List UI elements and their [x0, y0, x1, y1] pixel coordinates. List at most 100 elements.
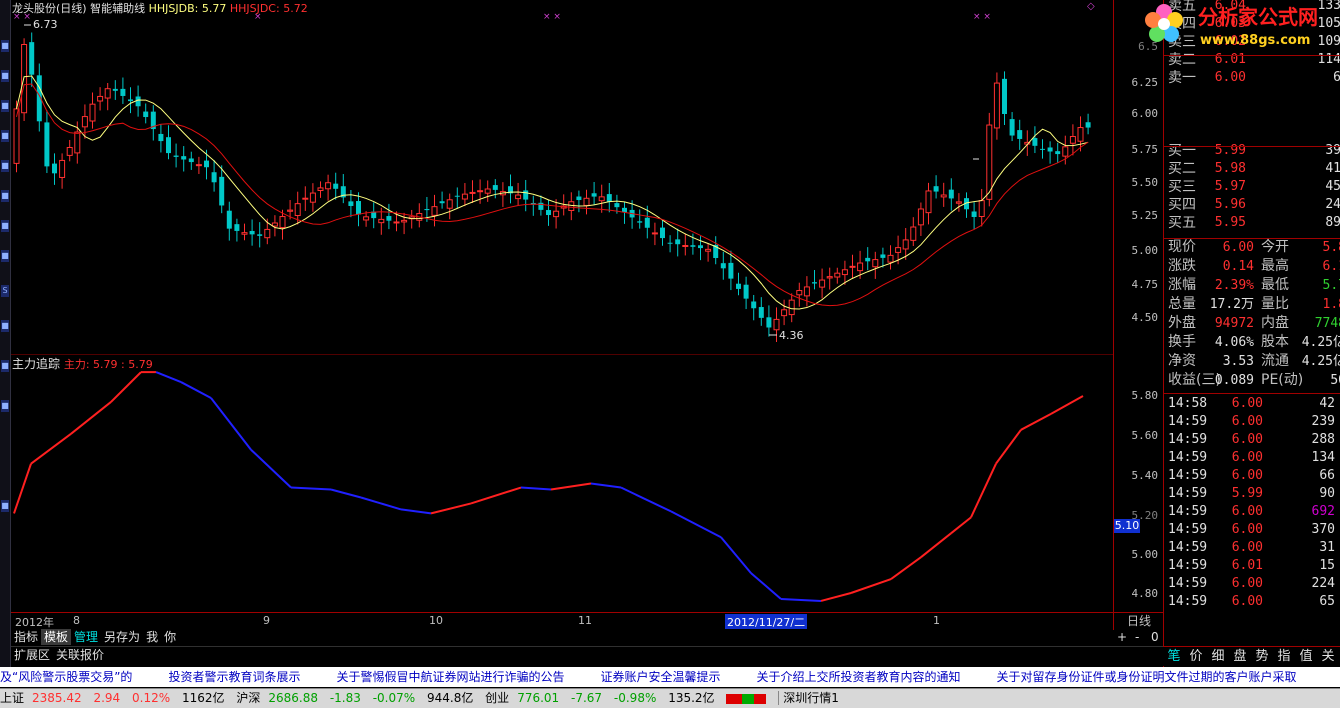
candle-body — [439, 201, 445, 204]
sh-value: 2385.42 — [32, 691, 82, 705]
zoom-reset-button[interactable]: 0 — [1151, 630, 1159, 644]
toolbar-icon[interactable]: ■ — [1, 130, 9, 142]
indicator-tick: 5.80 — [1131, 389, 1159, 402]
quote-label: 最高 — [1261, 258, 1289, 274]
trade-time: 14:58 — [1168, 396, 1208, 411]
quote-value: 2.39% — [1214, 278, 1254, 293]
candle-body — [59, 159, 66, 178]
candle-body — [241, 232, 248, 235]
detail-tab[interactable]: 关 — [1317, 647, 1339, 666]
toolbar-icon[interactable]: ■ — [1, 100, 9, 112]
trade-volume: 15 — [1319, 558, 1335, 573]
detail-tab[interactable]: 价 — [1185, 647, 1207, 666]
quote-label: 换手 — [1168, 334, 1196, 350]
candle-body — [758, 307, 764, 318]
toolbar-icon[interactable]: ■ — [1, 70, 9, 82]
trade-row: 14:59 6.00 239 — [1168, 413, 1340, 431]
indicator-chart[interactable] — [11, 354, 1113, 612]
price-tick: 6.25 — [1131, 76, 1159, 89]
toolbar-icon[interactable]: ■ — [1, 320, 9, 332]
trade-volume: 42 — [1319, 396, 1335, 411]
order-volume: 41 — [1325, 161, 1340, 176]
news-item[interactable]: 投资者警示教育词条展示 — [168, 670, 300, 684]
toolbar-icon[interactable]: ■ — [1, 190, 9, 202]
left-toolbar: ■ ■ ■ ■ ■ ■ ■ ■ S ■ ■ ■ ■ — [0, 0, 11, 667]
tab-manage[interactable]: 管理 — [71, 629, 101, 645]
quote-label: PE(动) — [1261, 372, 1304, 388]
trade-row: 14:59 6.00 65 — [1168, 593, 1340, 611]
trade-row: 14:59 6.00 224 — [1168, 575, 1340, 593]
toolbar-icon[interactable]: ■ — [1, 160, 9, 172]
tab-you[interactable]: 你 — [161, 629, 179, 645]
candle-body — [302, 197, 309, 200]
order-level: 买四 — [1168, 197, 1196, 213]
detail-tab[interactable]: 细 — [1207, 647, 1229, 666]
cy-label: 创业 — [485, 691, 510, 705]
candle-body — [356, 201, 361, 215]
candle-body — [971, 211, 977, 217]
tab-save-as[interactable]: 另存为 — [101, 629, 143, 645]
tab-extension-area[interactable]: 扩展区 — [11, 647, 53, 663]
detail-tab[interactable]: 势 — [1251, 647, 1273, 666]
quote-value: 94972 — [1214, 316, 1254, 331]
detail-tab[interactable]: 盘 — [1229, 647, 1251, 666]
candle-body — [925, 190, 932, 214]
toolbar-icon[interactable]: ■ — [1, 250, 9, 262]
toolbar-icon[interactable]: ■ — [1, 500, 9, 512]
trade-price: 6.00 — [1231, 504, 1263, 519]
price-tick: 4.75 — [1131, 278, 1159, 291]
candle-body — [940, 194, 947, 198]
detail-tab[interactable]: 指 — [1273, 647, 1295, 666]
toolbar-icon[interactable]: ■ — [1, 400, 9, 412]
candle-body — [736, 283, 741, 289]
toolbar-icon[interactable]: ■ — [1, 220, 9, 232]
period-selector[interactable]: 日线 — [1113, 612, 1164, 630]
tab-related-quotes[interactable]: 关联报价 — [53, 647, 107, 663]
order-price: 5.96 — [1214, 197, 1246, 212]
candle-body — [393, 221, 400, 224]
trade-time: 14:59 — [1168, 414, 1208, 429]
indicator-tick: 5.60 — [1131, 429, 1159, 442]
candle-body — [257, 234, 263, 236]
candle-body — [469, 191, 476, 194]
news-item[interactable]: 及“风险警示股票交易”的 — [0, 670, 132, 684]
market-breadth-bar — [726, 693, 767, 704]
tab-me[interactable]: 我 — [143, 629, 161, 645]
sh-amount: 1162亿 — [181, 691, 225, 705]
candle-body — [181, 156, 187, 160]
zoom-in-button[interactable]: + — [1117, 630, 1127, 644]
trade-price: 6.00 — [1231, 594, 1263, 609]
quote-label: 外盘 — [1168, 315, 1196, 331]
candle-body — [682, 244, 689, 247]
tab-indicator[interactable]: 指标 — [11, 629, 41, 645]
trade-row: 14:59 6.00 134 — [1168, 449, 1340, 467]
toolbar-icon[interactable]: ■ — [1, 40, 9, 52]
candle-body — [386, 216, 392, 221]
tab-template[interactable]: 模板 — [41, 629, 72, 645]
date-label: 8 — [73, 614, 80, 627]
news-item[interactable]: 关于警惕假冒中航证券网站进行诈骗的公告 — [336, 670, 564, 684]
quote-label: 流通 — [1261, 353, 1289, 369]
toolbar-icon[interactable]: S — [1, 285, 9, 297]
candle-body — [1069, 136, 1076, 144]
candle-body — [660, 227, 665, 239]
toolbar-icon[interactable]: ■ — [1, 360, 9, 372]
candle-body — [872, 259, 879, 268]
candle-body — [819, 279, 826, 288]
price-chart[interactable]: × × × × × × × ◇ 6.73 4.36 — [11, 0, 1113, 354]
candle-body — [89, 103, 96, 122]
candle-body — [424, 209, 430, 211]
detail-tab[interactable]: 值 — [1295, 647, 1317, 666]
indicator-tabs: 指标 模板 管理 另存为我你 — [11, 629, 1113, 646]
news-item[interactable]: 关于介绍上交所投资者教育内容的通知 — [756, 670, 960, 684]
chart-title-bar: 龙头股份(日线) 智能辅助线 HHJSJDB: 5.77 HHJSJDC: 5.… — [12, 0, 308, 16]
detail-tab[interactable]: 笔 — [1163, 647, 1185, 666]
order-level: 买五 — [1168, 215, 1196, 231]
news-item[interactable]: 关于对留存身份证件或身份证明文件过期的客户账户采取 — [997, 670, 1297, 684]
news-ticker[interactable]: 及“风险警示股票交易”的 投资者警示教育词条展示 关于警惕假冒中航证券网站进行诈骗的… — [0, 667, 1340, 687]
zoom-out-button[interactable]: - — [1135, 630, 1139, 644]
news-item[interactable]: 证券账户安全温馨提示 — [600, 670, 720, 684]
trade-volume: 66 — [1319, 468, 1335, 483]
candle-body — [294, 203, 301, 217]
trade-price: 6.00 — [1231, 396, 1263, 411]
